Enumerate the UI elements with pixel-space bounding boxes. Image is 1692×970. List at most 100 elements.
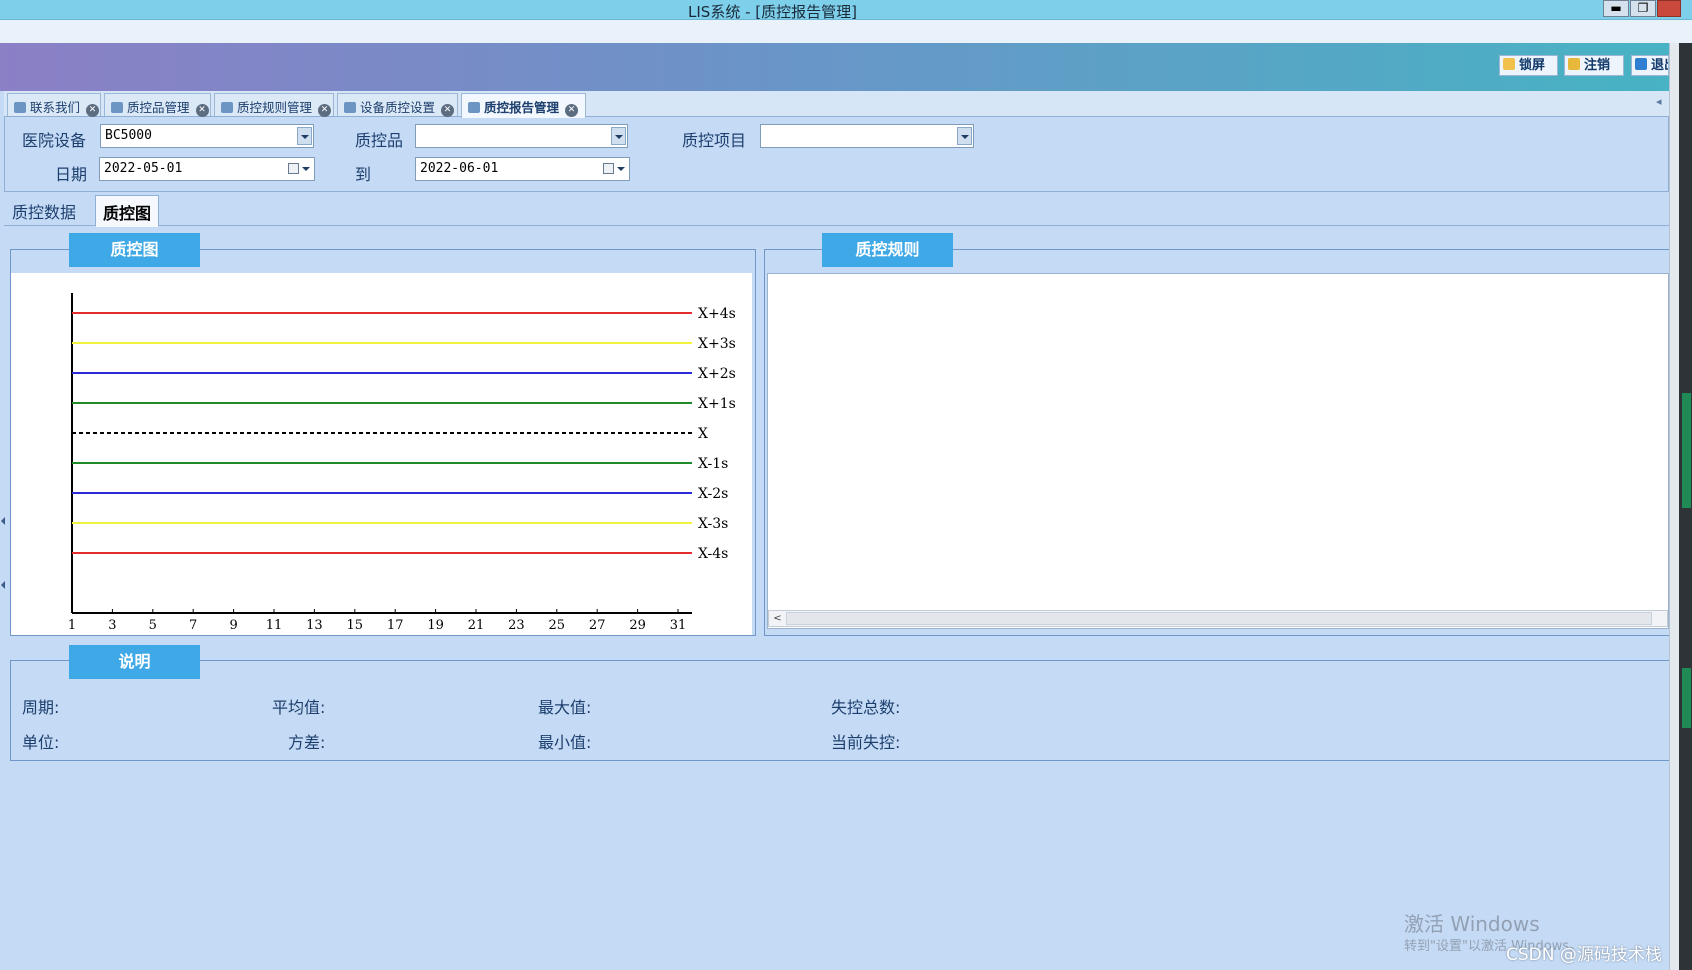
qc-item-label: 质控项目 <box>682 131 747 150</box>
vertical-scrollbar[interactable] <box>1669 43 1679 970</box>
control-line-label-1: X+3s <box>698 336 736 352</box>
x-tick-label-0: 1 <box>68 618 76 633</box>
tab-label: 质控品管理 <box>127 100 190 115</box>
control-line-label-7: X-3s <box>698 516 728 532</box>
tab-label: 联系我们 <box>30 100 81 115</box>
unit-label: 单位: <box>22 733 60 752</box>
splitter-grip-icon[interactable] <box>0 517 5 591</box>
tab-close-icon[interactable]: ✕ <box>441 104 455 117</box>
current-out-of-control-label: 当前失控: <box>831 733 901 752</box>
close-window-button[interactable] <box>1657 0 1681 17</box>
calendar-icon[interactable] <box>603 162 626 177</box>
x-tick-label-1: 3 <box>108 618 116 633</box>
min-label: 最小值: <box>538 733 592 752</box>
x-tick-label-6: 13 <box>306 618 323 633</box>
qc-chart-title: 质控图 <box>69 233 200 267</box>
tab-qc-report-management[interactable]: 质控报告管理 ✕ <box>461 93 586 118</box>
csdn-watermark: CSDN @源码技术栈 <box>1506 945 1662 965</box>
exit-icon <box>1635 58 1647 70</box>
lock-screen-button[interactable]: 锁屏 <box>1499 55 1558 76</box>
calendar-icon[interactable] <box>288 162 311 177</box>
date-to-value: 2022-06-01 <box>420 161 499 176</box>
tab-device-qc-settings[interactable]: 设备质控设置 ✕ <box>337 93 458 117</box>
horizontal-scrollbar[interactable]: < <box>768 610 1668 627</box>
tab-label: 设备质控设置 <box>360 100 436 115</box>
date-label: 日期 <box>55 165 88 184</box>
qc-rules-list[interactable] <box>767 273 1669 629</box>
device-select[interactable]: BC5000 <box>100 124 314 148</box>
user-icon <box>1568 58 1580 70</box>
device-label: 医院设备 <box>22 131 87 150</box>
menu-strip <box>0 20 1692 43</box>
variance-label: 方差: <box>288 733 326 752</box>
tab-contact-us[interactable]: 联系我们 ✕ <box>7 93 101 117</box>
control-line-label-2: X+2s <box>698 366 736 382</box>
chevron-down-icon[interactable] <box>957 127 972 145</box>
qc-item-select[interactable] <box>760 124 974 148</box>
restore-button[interactable]: ❐ <box>1630 0 1656 17</box>
date-from-value: 2022-05-01 <box>104 161 183 176</box>
x-tick-label-14: 29 <box>629 618 646 633</box>
app-icon <box>111 102 123 113</box>
logout-label: 注销 <box>1584 58 1611 73</box>
date-to-label: 到 <box>355 165 372 184</box>
x-tick-label-15: 31 <box>670 618 687 633</box>
scroll-left-icon[interactable]: < <box>771 612 784 625</box>
tab-qc-data[interactable]: 质控数据 <box>5 195 83 226</box>
qc-levey-jennings-chart: X+4sX+3sX+2sX+1sXX-1sX-2sX-3sX-4s1 3 5 7 9 11… <box>68 293 736 633</box>
info-title: 说明 <box>69 645 200 679</box>
chevron-down-icon[interactable] <box>297 127 312 145</box>
tab-close-icon[interactable]: ✕ <box>86 104 100 117</box>
tab-label: 质控报告管理 <box>484 100 560 115</box>
logout-button[interactable]: 注销 <box>1564 55 1624 76</box>
x-tick-label-3: 7 <box>189 618 197 633</box>
x-tick-label-2: 5 <box>149 618 157 633</box>
tab-scroll-arrow-icon[interactable]: ◂ <box>1656 95 1662 108</box>
x-tick-label-5: 11 <box>266 618 283 633</box>
exit-label: 退出 <box>1651 58 1668 73</box>
date-to-picker[interactable]: 2022-06-01 <box>415 157 630 181</box>
app-icon <box>221 102 233 113</box>
x-tick-label-13: 27 <box>589 618 606 633</box>
minimize-button[interactable]: ▬ <box>1603 0 1629 17</box>
period-label: 周期: <box>22 698 60 717</box>
control-line-label-3: X+1s <box>698 396 736 412</box>
x-tick-label-4: 9 <box>229 618 237 633</box>
x-tick-label-11: 23 <box>508 618 525 633</box>
window-title: LIS系统 - [质控报告管理] <box>688 3 857 21</box>
tab-close-icon[interactable]: ✕ <box>195 104 209 117</box>
tab-qc-rule-management[interactable]: 质控规则管理 ✕ <box>214 93 334 117</box>
chevron-down-icon[interactable] <box>611 127 626 145</box>
app-icon <box>344 102 356 113</box>
x-tick-label-8: 17 <box>387 618 404 633</box>
tab-close-icon[interactable]: ✕ <box>318 104 332 117</box>
tab-close-icon[interactable]: ✕ <box>565 104 579 117</box>
qc-product-label: 质控品 <box>355 131 404 150</box>
date-from-picker[interactable]: 2022-05-01 <box>99 157 315 181</box>
control-line-label-8: X-4s <box>698 546 728 562</box>
qc-rules-title: 质控规则 <box>822 233 953 267</box>
title-bar: LIS系统 - [质控报告管理] ▬ ❐ <box>0 0 1692 21</box>
header-banner <box>0 43 1670 91</box>
scrollbar-thumb[interactable] <box>786 612 1652 625</box>
tab-label: 质控规则管理 <box>237 100 313 115</box>
x-tick-label-7: 15 <box>347 618 364 633</box>
qc-product-select[interactable] <box>415 124 628 148</box>
lock-icon <box>1503 58 1515 70</box>
app-icon <box>14 102 26 113</box>
max-label: 最大值: <box>538 698 592 717</box>
control-line-label-4: X <box>698 426 708 442</box>
tab-qc-chart[interactable]: 质控图 <box>95 195 160 227</box>
out-of-control-total-label: 失控总数: <box>831 698 901 717</box>
desktop-edge <box>1679 43 1692 970</box>
view-tab-strip <box>4 193 1669 226</box>
device-select-value: BC5000 <box>105 128 152 143</box>
lock-screen-label: 锁屏 <box>1519 58 1546 73</box>
control-line-label-6: X-2s <box>698 486 728 502</box>
exit-button[interactable]: 退出 <box>1631 55 1669 76</box>
tab-qc-product-management[interactable]: 质控品管理 ✕ <box>104 93 211 117</box>
control-line-label-0: X+4s <box>698 306 736 322</box>
activate-windows-watermark: 激活 Windows <box>1404 912 1540 936</box>
mean-label: 平均值: <box>272 698 326 717</box>
app-icon <box>468 102 480 113</box>
